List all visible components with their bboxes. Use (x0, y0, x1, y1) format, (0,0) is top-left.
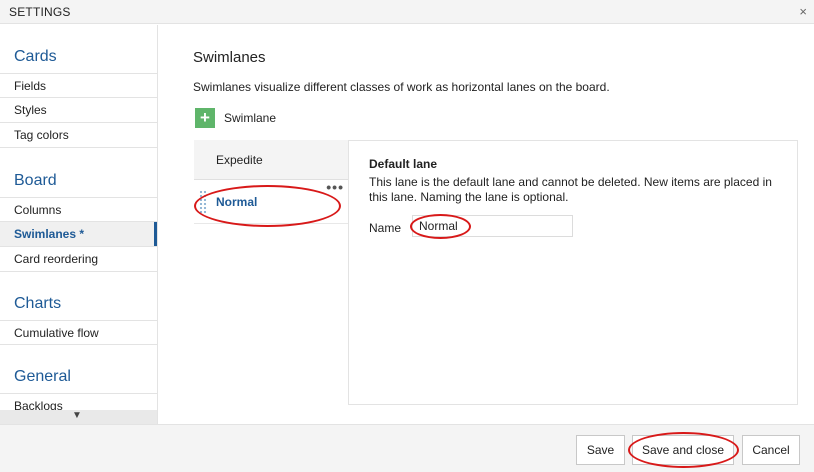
dialog-titlebar: SETTINGS × (0, 0, 814, 24)
sidebar-item-columns[interactable]: Columns (0, 197, 157, 222)
swimlane-list: Expedite Normal ••• (194, 140, 348, 230)
sidebar-item-styles[interactable]: Styles (0, 98, 157, 123)
settings-content: Swimlanes Swimlanes visualize different … (159, 25, 814, 424)
dialog-title: SETTINGS (9, 5, 71, 19)
sidebar-item-cumulative-flow[interactable]: Cumulative flow (0, 320, 157, 345)
page-title: Swimlanes (193, 49, 266, 66)
lane-name-input[interactable] (412, 215, 573, 237)
save-and-close-button[interactable]: Save and close (632, 435, 734, 465)
sidebar-item-swimlanes[interactable]: Swimlanes * (0, 222, 157, 247)
lane-detail-title: Default lane (369, 157, 438, 171)
sidebar-group-charts: Charts (14, 295, 62, 312)
add-swimlane-label: Swimlane (224, 111, 277, 125)
sidebar-item-fields[interactable]: Fields (0, 73, 157, 98)
swimlane-label: Expedite (216, 153, 263, 167)
dialog-footer: Save Save and close Cancel (0, 424, 814, 472)
sidebar-group-general: General (14, 368, 71, 385)
add-swimlane-button[interactable]: + Swimlane (195, 108, 276, 128)
more-options-icon[interactable]: ••• (326, 165, 344, 209)
sidebar-group-cards: Cards (14, 48, 57, 65)
save-button[interactable]: Save (576, 435, 625, 465)
settings-sidebar: Cards Fields Styles Tag colors Board Col… (0, 25, 158, 424)
page-description: Swimlanes visualize different classes of… (193, 80, 610, 94)
sidebar-item-tag-colors[interactable]: Tag colors (0, 123, 157, 148)
sidebar-group-board: Board (14, 172, 57, 189)
swimlane-item-expedite[interactable]: Expedite (194, 140, 348, 180)
scroll-down-icon[interactable]: ▼ (72, 410, 82, 421)
lane-detail-text: This lane is the default lane and cannot… (369, 175, 772, 204)
plus-icon: + (195, 108, 215, 128)
drag-handle-icon[interactable] (199, 190, 207, 214)
swimlane-label: Normal (216, 195, 258, 209)
close-icon[interactable]: × (799, 4, 807, 19)
lane-name-label: Name (369, 221, 402, 235)
cancel-button[interactable]: Cancel (742, 435, 800, 465)
swimlane-item-normal[interactable]: Normal ••• (194, 179, 348, 224)
sidebar-item-card-reordering[interactable]: Card reordering (0, 247, 157, 272)
lane-detail-panel: Default lane This lane is the default la… (348, 140, 798, 405)
sidebar-scrollbar[interactable]: ▼ (0, 410, 157, 424)
